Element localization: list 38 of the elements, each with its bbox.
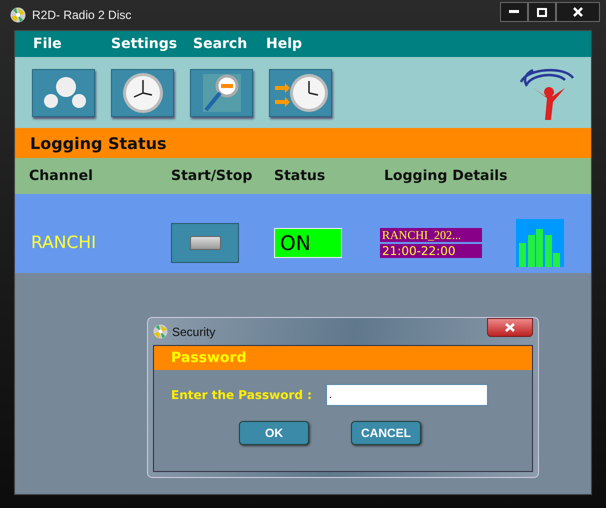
arrows-clock-icon: [272, 72, 328, 114]
maximize-icon: [537, 8, 547, 16]
disc-icon: [10, 7, 26, 23]
close-icon: [573, 7, 583, 17]
menu-item[interactable]: Help: [266, 36, 316, 52]
clock-icon: [122, 72, 164, 114]
column-header: Channel: [29, 168, 94, 184]
schedule-button[interactable]: [111, 68, 174, 116]
password-field[interactable]: .: [326, 384, 488, 406]
window-title: R2D- Radio 2 Disc: [32, 8, 132, 22]
timed-log-button[interactable]: [269, 68, 332, 116]
column-header: Logging Details: [384, 168, 508, 184]
close-button[interactable]: [556, 2, 600, 22]
menu-item[interactable]: Search: [193, 36, 266, 52]
level-meter-icon: [516, 218, 564, 266]
start-stop-button[interactable]: [171, 222, 239, 262]
channel-name: RANCHI: [31, 232, 98, 252]
menu-item[interactable]: Settings: [111, 36, 193, 52]
password-label: Enter the Password :: [171, 388, 312, 402]
ok-button[interactable]: OK: [239, 421, 309, 445]
minimize-icon: [509, 10, 519, 14]
disc-icon: [153, 324, 168, 339]
dialog-header: Password: [171, 350, 246, 366]
minimize-button[interactable]: [500, 2, 528, 22]
status-indicator: ON: [274, 228, 342, 258]
close-icon: [505, 323, 515, 332]
log-time-range: 21:00-22:00: [380, 244, 482, 258]
column-header: Status: [274, 168, 326, 184]
column-header: Start/Stop: [171, 168, 254, 184]
settings-button[interactable]: [32, 68, 95, 116]
menu-item[interactable]: File: [33, 36, 111, 52]
cancel-button[interactable]: CANCEL: [351, 421, 421, 445]
dialog-title: Security: [172, 324, 216, 338]
section-title: Logging Status: [30, 134, 167, 152]
dialog-close-button[interactable]: [487, 318, 533, 337]
maximize-button[interactable]: [528, 2, 556, 22]
log-file-name: RANCHI_202...: [380, 228, 482, 242]
search-button[interactable]: [190, 68, 253, 116]
